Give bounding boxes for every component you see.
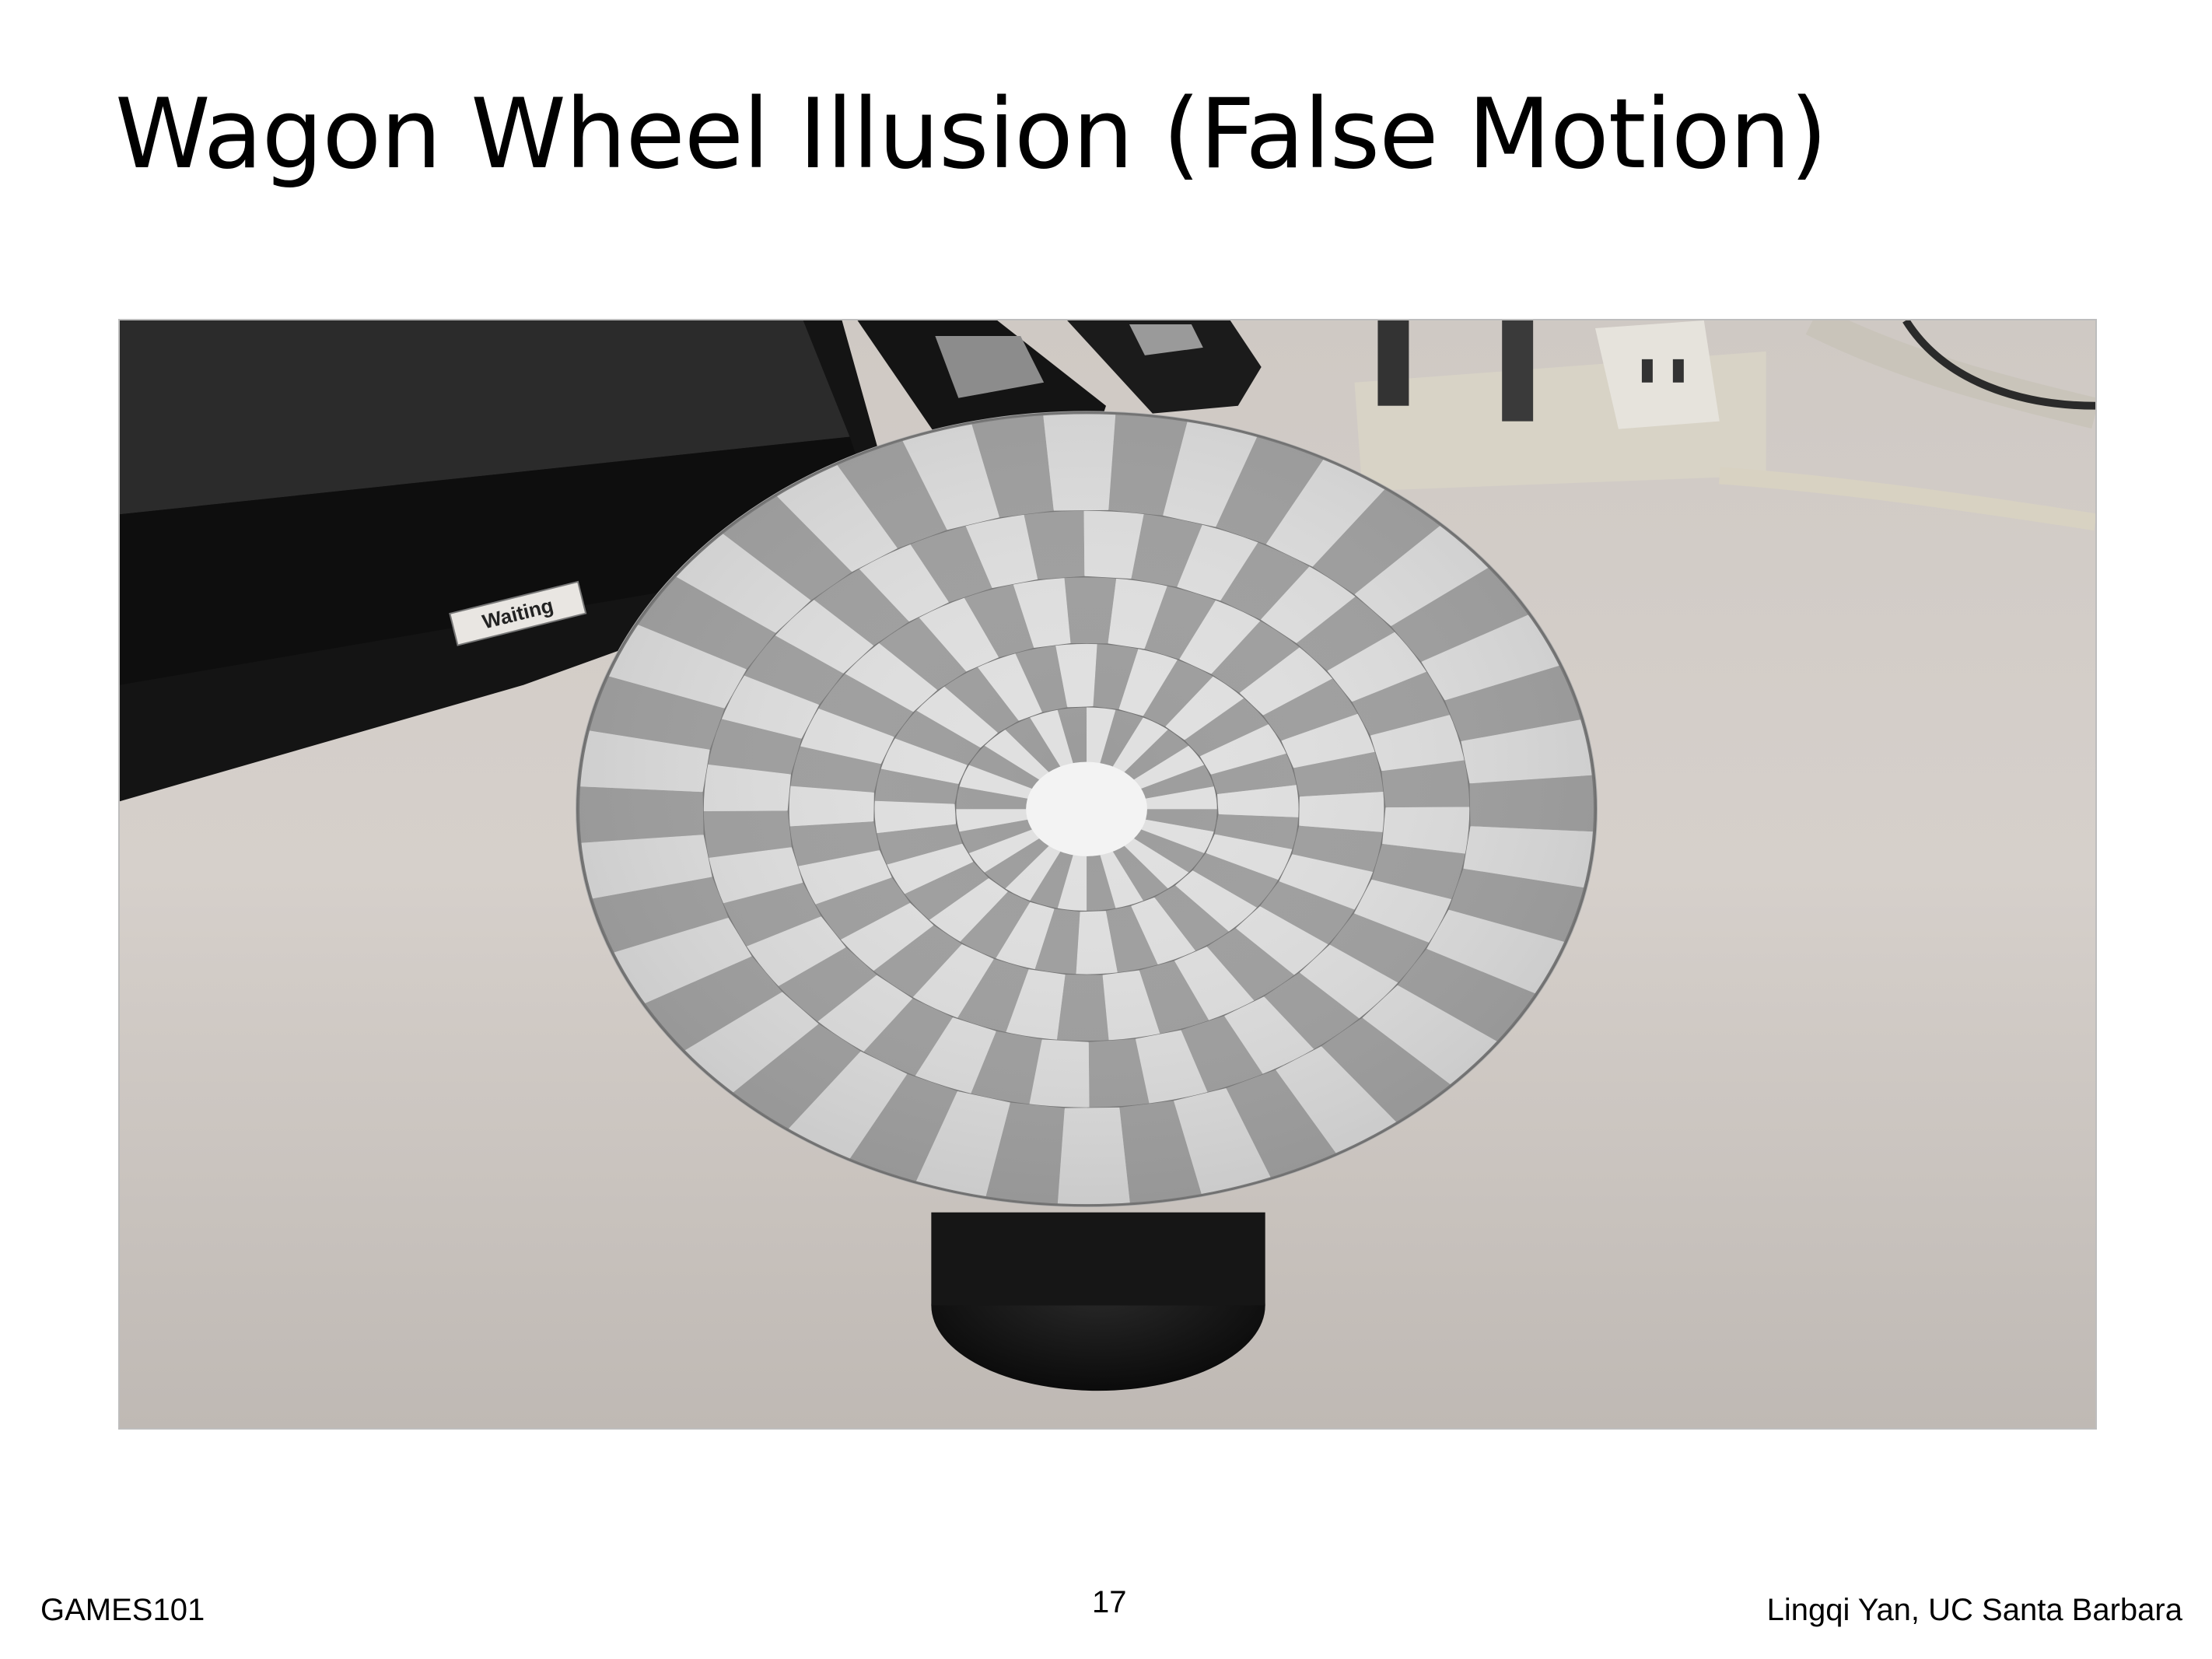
slide-title: Wagon Wheel Illusion (False Motion) bbox=[115, 79, 1828, 191]
wagon-wheel-disc bbox=[576, 411, 1598, 1208]
footer-author: Lingqi Yan, UC Santa Barbara bbox=[1766, 1593, 2182, 1627]
footer-course: GAMES101 bbox=[40, 1593, 205, 1627]
disc-center bbox=[1026, 761, 1147, 856]
footer-page-number: 17 bbox=[1092, 1585, 1127, 1619]
wagon-wheel-photo: Waiting bbox=[118, 319, 2097, 1430]
